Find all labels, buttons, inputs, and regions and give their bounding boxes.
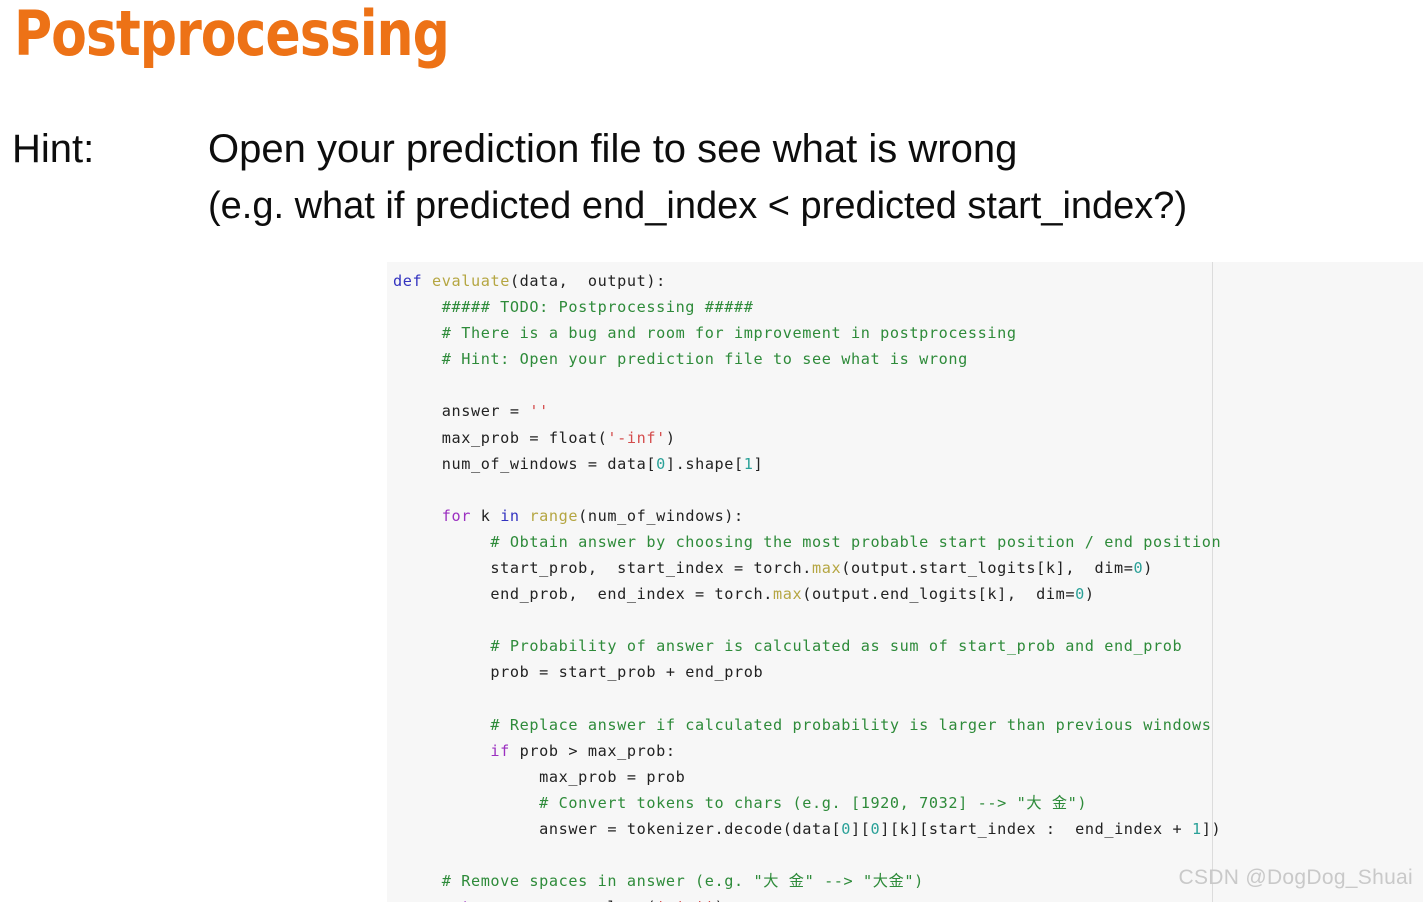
hint-row-secondary: (e.g. what if predicted end_index < pred…: [12, 178, 1412, 234]
code-token: max_prob = prob: [393, 767, 686, 786]
code-token: max: [811, 559, 842, 578]
code-token: ]: [753, 454, 764, 473]
code-token: # There is a bug and room for improvemen…: [393, 324, 1017, 343]
code-line: answer = '': [393, 398, 1221, 424]
code-line: max_prob = prob: [393, 764, 1221, 790]
code-token: ): [1143, 559, 1154, 578]
code-token: evaluate: [431, 272, 510, 290]
page-title: Postprocessing: [14, 0, 450, 70]
code-line: # There is a bug and room for improvemen…: [393, 320, 1221, 346]
code-token: 0: [841, 819, 851, 838]
code-token: # Hint: Open your prediction file to see…: [393, 350, 968, 369]
code-token: '-inf': [607, 428, 666, 447]
code-line: num_of_windows = data[0].shape[1]: [393, 451, 1221, 477]
code-token: ): [715, 898, 725, 902]
code-line: def evaluate(data, output):: [393, 268, 1221, 294]
code-token: 0: [1075, 585, 1085, 604]
code-listing: def evaluate(data, output): ##### TODO: …: [387, 262, 1221, 902]
code-line: start_prob, start_index = torch.max(outp…: [393, 555, 1221, 581]
code-token: ,: [685, 898, 695, 902]
code-token: # Remove spaces in answer (e.g. "大 金" --…: [393, 872, 924, 891]
code-token: (output.start_logits[k], dim=: [841, 559, 1134, 578]
code-line: answer = tokenizer.decode(data[0][0][k][…: [393, 816, 1221, 842]
code-line: ##### TODO: Postprocessing #####: [393, 294, 1221, 320]
code-token: # Probability of answer is calculated as…: [393, 637, 1183, 656]
code-token: 0: [1133, 559, 1144, 578]
code-token: '': [529, 402, 549, 421]
code-token: answer = tokenizer.decode(data[: [393, 819, 842, 838]
code-token: prob = start_prob + end_prob: [393, 663, 764, 682]
code-token: ##### TODO: Postprocessing #####: [393, 298, 754, 317]
code-token: ][: [850, 819, 871, 838]
code-token: answer =: [393, 402, 530, 421]
code-token: prob > max_prob:: [509, 741, 676, 760]
code-token: max_prob =: [393, 428, 549, 447]
code-token: range: [529, 506, 579, 525]
code-token: 1: [1192, 819, 1202, 838]
code-token: num_of_windows = data[: [393, 454, 657, 473]
code-token: '': [695, 898, 715, 902]
code-token: in: [500, 506, 520, 525]
code-token: (data, output):: [509, 272, 666, 290]
code-token: max: [773, 585, 803, 604]
code-token: (output.end_logits[k], dim=: [802, 585, 1076, 604]
code-line: prob = start_prob + end_prob: [393, 659, 1221, 685]
code-token: answer.replace(: [500, 898, 656, 902]
code-token: end_prob, end_index = torch.: [393, 585, 774, 604]
code-screenshot-panel: def evaluate(data, output): ##### TODO: …: [387, 262, 1423, 902]
code-token: ): [665, 428, 676, 447]
code-token: 0: [870, 819, 881, 838]
code-token: # Replace answer if calculated probabili…: [393, 715, 1212, 734]
code-token: for: [393, 506, 471, 525]
code-token: ][k][start_index : end_index +: [880, 819, 1193, 838]
code-token: start_prob, start_index = torch.: [393, 559, 812, 578]
code-line: if prob > max_prob:: [393, 738, 1221, 764]
code-token: # Convert tokens to chars (e.g. [1920, 7…: [393, 793, 1088, 812]
hint-block: Hint: Open your prediction file to see w…: [12, 120, 1412, 234]
code-token: def: [393, 272, 432, 290]
code-line: # Remove spaces in answer (e.g. "大 金" --…: [393, 868, 1221, 894]
hint-text-primary: Open your prediction file to see what is…: [208, 127, 1018, 171]
code-token: ' ': [656, 898, 685, 902]
code-token: 0: [656, 454, 666, 473]
code-line: # Probability of answer is calculated as…: [393, 633, 1221, 659]
hint-label: Hint:: [12, 127, 95, 171]
code-token: if: [393, 741, 510, 760]
code-token: (: [597, 428, 608, 447]
code-token: 1: [743, 454, 754, 473]
watermark: CSDN @DogDog_Shuai: [1178, 866, 1413, 889]
code-token: return: [393, 898, 500, 902]
code-line: # Obtain answer by choosing the most pro…: [393, 529, 1221, 555]
code-line: # Replace answer if calculated probabili…: [393, 712, 1221, 738]
code-token: float: [548, 428, 598, 447]
code-token: (num_of_windows):: [578, 506, 744, 525]
hint-row-primary: Hint: Open your prediction file to see w…: [12, 120, 1412, 178]
editor-ruler-line: [1212, 262, 1213, 902]
code-line: end_prob, end_index = torch.max(output.e…: [393, 581, 1221, 607]
code-token: # Obtain answer by choosing the most pro…: [393, 532, 1222, 551]
code-line: for k in range(num_of_windows):: [393, 503, 1221, 529]
code-token: ): [1084, 585, 1095, 604]
code-token: ].shape[: [665, 454, 744, 473]
code-line: # Convert tokens to chars (e.g. [1920, 7…: [393, 790, 1221, 816]
code-line: max_prob = float('-inf'): [393, 425, 1221, 451]
hint-text-secondary: (e.g. what if predicted end_index < pred…: [208, 185, 1188, 227]
code-token: k: [470, 506, 501, 525]
code-line: return answer.replace(' ',''): [393, 894, 1221, 902]
code-line: # Hint: Open your prediction file to see…: [393, 346, 1221, 372]
